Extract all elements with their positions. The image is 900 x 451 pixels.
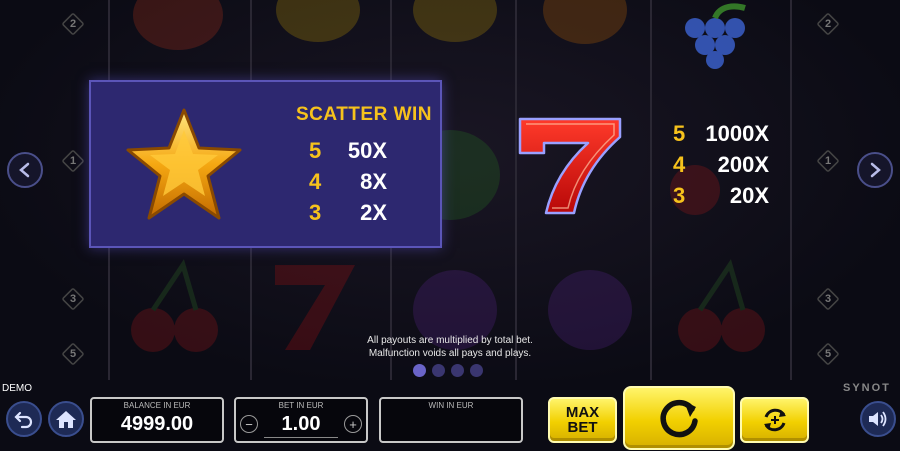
autoplay-button[interactable] bbox=[740, 397, 809, 443]
balance-value: 4999.00 bbox=[120, 413, 194, 435]
chevron-left-icon bbox=[19, 162, 30, 178]
home-icon bbox=[56, 411, 76, 428]
payline-number: 2 bbox=[62, 13, 84, 35]
reel-divider bbox=[790, 0, 792, 380]
scatter-payout-row: 5 50X bbox=[309, 138, 387, 164]
payline-number: 3 bbox=[62, 288, 84, 310]
grapes-icon bbox=[685, 3, 746, 69]
bet-label: BET IN EUR bbox=[278, 401, 324, 410]
prev-page-button[interactable] bbox=[7, 152, 43, 188]
balance-display: BALANCE IN EUR 4999.00 bbox=[90, 397, 224, 443]
seven-payout-row: 4 200X bbox=[673, 152, 769, 178]
payout-multiplier: 2X bbox=[360, 200, 387, 225]
symbol-count: 5 bbox=[309, 138, 322, 163]
payline-number: 3 bbox=[817, 288, 839, 310]
bet-increase-button[interactable]: + bbox=[344, 415, 362, 433]
bet-underline bbox=[264, 437, 338, 438]
star-icon bbox=[126, 108, 242, 220]
scatter-payout-row: 3 2X bbox=[309, 200, 387, 226]
seven-payout-row: 5 1000X bbox=[673, 121, 769, 147]
symbol-count: 3 bbox=[309, 200, 322, 225]
balance-label: BALANCE IN EUR bbox=[123, 401, 191, 410]
payline-number: 5 bbox=[817, 343, 839, 365]
payout-multiplier: 8X bbox=[360, 169, 387, 194]
payout-info-text: All payouts are multiplied by total bet.… bbox=[300, 334, 600, 360]
page-indicator bbox=[413, 364, 483, 377]
payout-multiplier: 20X bbox=[729, 183, 769, 208]
seven-icon bbox=[518, 117, 622, 215]
lemon-icon bbox=[413, 0, 497, 42]
info-line: Malfunction voids all pays and plays. bbox=[368, 348, 532, 359]
max-bet-label: BET bbox=[567, 419, 598, 436]
payline-number: 2 bbox=[817, 13, 839, 35]
symbol-count: 4 bbox=[309, 169, 322, 194]
symbol-count: 5 bbox=[673, 121, 686, 146]
payline-number: 1 bbox=[62, 150, 84, 172]
chevron-right-icon bbox=[870, 162, 881, 178]
speaker-icon bbox=[869, 411, 887, 427]
watermelon-icon bbox=[133, 0, 223, 50]
back-arrow-icon bbox=[14, 411, 33, 429]
lemon-icon bbox=[276, 0, 360, 42]
brand-logo: SYNOT bbox=[843, 382, 891, 394]
info-line: All payouts are multiplied by total bet. bbox=[367, 335, 533, 346]
page-dot[interactable] bbox=[432, 364, 445, 377]
symbol-count: 4 bbox=[673, 152, 686, 177]
win-label: WIN IN EUR bbox=[428, 401, 474, 410]
demo-label: DEMO bbox=[2, 383, 32, 394]
page-dot[interactable] bbox=[470, 364, 483, 377]
max-bet-label: MAX bbox=[565, 404, 600, 421]
win-display: WIN IN EUR bbox=[379, 397, 523, 443]
page-dot[interactable] bbox=[413, 364, 426, 377]
payout-multiplier: 50X bbox=[347, 138, 387, 163]
max-bet-button[interactable]: MAX BET bbox=[548, 397, 617, 443]
scatter-paytable-panel: SCATTER WIN 5 50X 4 8X 3 2X bbox=[89, 80, 442, 248]
autoplay-icon bbox=[763, 408, 786, 432]
cherry-icon bbox=[131, 259, 218, 352]
scatter-payout-row: 4 8X bbox=[309, 169, 387, 195]
scatter-title: SCATTER WIN bbox=[296, 104, 433, 125]
payout-multiplier: 200X bbox=[717, 152, 769, 177]
seven-payout-row: 3 20X bbox=[673, 183, 769, 209]
orange-icon bbox=[543, 0, 627, 44]
spin-icon bbox=[660, 399, 698, 438]
payout-multiplier: 1000X bbox=[705, 121, 769, 146]
payline-number: 5 bbox=[62, 343, 84, 365]
payline-number: 1 bbox=[817, 150, 839, 172]
sound-button[interactable] bbox=[860, 401, 896, 437]
home-button[interactable] bbox=[48, 401, 84, 437]
page-dot[interactable] bbox=[451, 364, 464, 377]
bet-display: BET IN EUR − 1.00 + bbox=[234, 397, 368, 443]
spin-button[interactable] bbox=[623, 386, 735, 450]
symbol-count: 3 bbox=[673, 183, 686, 208]
back-button[interactable] bbox=[6, 401, 42, 437]
next-page-button[interactable] bbox=[857, 152, 893, 188]
cherry-icon bbox=[678, 259, 765, 352]
